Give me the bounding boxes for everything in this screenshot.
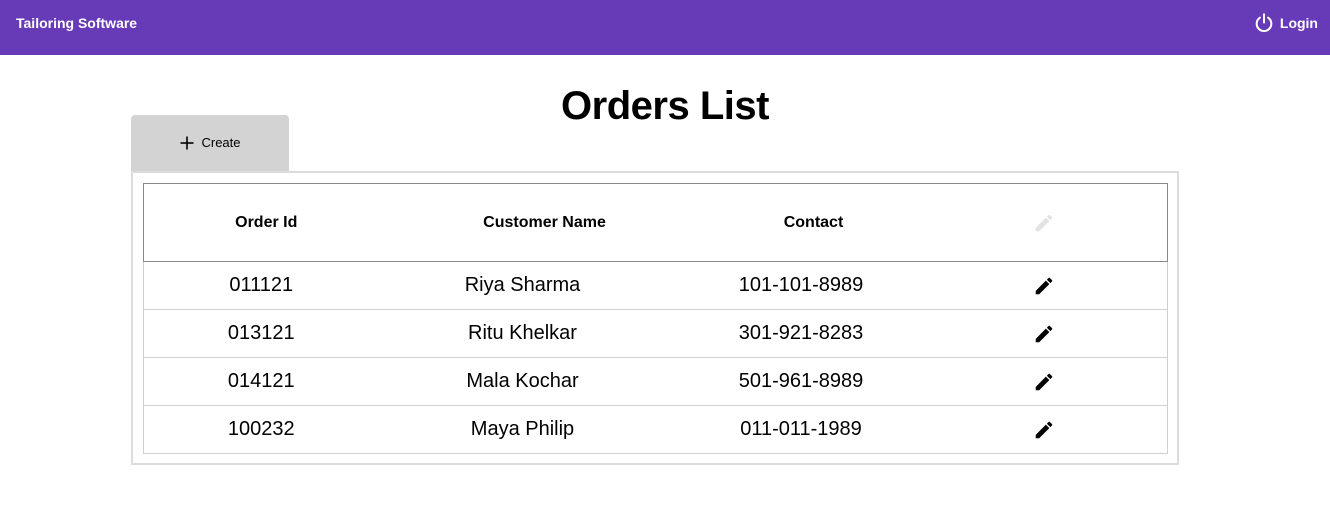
edit-icon[interactable] <box>1033 275 1055 297</box>
table-row: 100232 Maya Philip 011-011-1989 <box>143 405 1168 454</box>
power-icon <box>1255 13 1273 33</box>
cell-contact: 301-921-8283 <box>653 309 944 358</box>
column-header-customer-name[interactable]: Customer Name <box>383 183 654 262</box>
table-row: 011121 Riya Sharma 101-101-8989 <box>143 261 1168 310</box>
cell-customer-name: Maya Philip <box>383 405 654 454</box>
cell-order-id: 013121 <box>143 309 384 358</box>
edit-icon <box>1036 214 1053 231</box>
cell-order-id: 100232 <box>143 405 384 454</box>
cell-edit <box>943 309 1168 358</box>
app-title: Tailoring Software <box>16 15 138 31</box>
login-button[interactable]: Login <box>1253 11 1318 35</box>
login-label: Login <box>1279 15 1318 31</box>
cell-customer-name: Mala Kochar <box>383 357 654 406</box>
cell-edit <box>943 261 1168 310</box>
cell-customer-name: Riya Sharma <box>383 261 654 310</box>
orders-table: Order Id Customer Name Contact 011121 Ri… <box>143 183 1168 454</box>
column-header-edit <box>943 183 1168 262</box>
table-row: 013121 Ritu Khelkar 301-921-8283 <box>143 309 1168 358</box>
cell-order-id: 011121 <box>143 261 384 310</box>
column-header-order-id[interactable]: Order Id <box>143 183 384 262</box>
edit-icon[interactable] <box>1033 323 1055 345</box>
cell-contact: 011-011-1989 <box>653 405 944 454</box>
create-button[interactable]: Create <box>131 115 289 171</box>
create-label: Create <box>201 135 241 150</box>
cell-contact: 501-961-8989 <box>653 357 944 406</box>
column-header-contact[interactable]: Contact <box>653 183 944 262</box>
plus-icon <box>180 136 194 150</box>
cell-order-id: 014121 <box>143 357 384 406</box>
edit-icon[interactable] <box>1033 419 1055 441</box>
table-row: 014121 Mala Kochar 501-961-8989 <box>143 357 1168 406</box>
cell-edit <box>943 405 1168 454</box>
app-bar: Tailoring Software Login <box>0 0 1330 55</box>
cell-customer-name: Ritu Khelkar <box>383 309 654 358</box>
cell-edit <box>943 357 1168 406</box>
table-header-row: Order Id Customer Name Contact <box>143 183 1168 262</box>
cell-contact: 101-101-8989 <box>653 261 944 310</box>
edit-icon[interactable] <box>1033 371 1055 393</box>
